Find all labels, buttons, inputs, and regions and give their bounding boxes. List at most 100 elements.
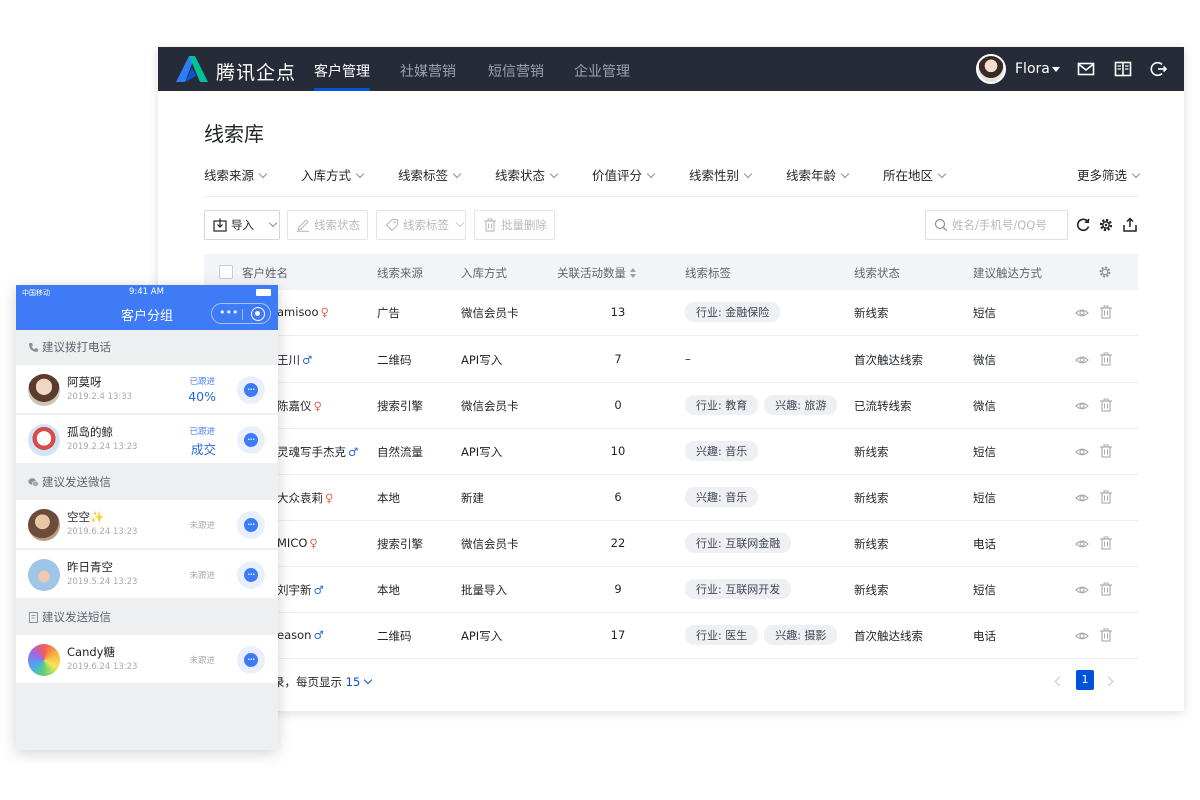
import-button[interactable]: 导入	[204, 210, 280, 240]
delete-trash-icon[interactable]	[1099, 628, 1113, 642]
customer-name-cell[interactable]: 刘宇新 ♂	[277, 582, 324, 598]
contact-list-item[interactable]: 孤岛的鲸 2019.2.24 13:23 已跟进 成交	[16, 415, 278, 464]
delete-trash-icon[interactable]	[1099, 582, 1113, 596]
entry-method-cell: 微信会员卡	[461, 306, 519, 320]
filter-lead-source[interactable]: 线索来源	[204, 165, 268, 184]
customer-name-cell[interactable]: eason ♂	[277, 628, 324, 642]
customer-name-cell[interactable]: 大众袁莉 ♀	[277, 490, 333, 506]
table-row[interactable]: 王川 ♂ 二维码 API写入 7 – 首次触达线索 微信	[204, 337, 1138, 383]
contact-list-item[interactable]: 阿莫呀 2019.2.4 13:33 已跟进 40%	[16, 365, 278, 414]
delete-trash-icon[interactable]	[1099, 305, 1113, 319]
close-target-icon[interactable]	[251, 307, 265, 321]
next-page-icon[interactable]	[1103, 676, 1114, 687]
filter-lead-age[interactable]: 线索年龄	[786, 165, 850, 184]
status-bar-carrier: 中国移动	[22, 289, 50, 297]
nav-tab-social-marketing[interactable]: 社媒营销	[400, 61, 456, 81]
customer-name-cell[interactable]: 灵魂写手杰克 ♂	[277, 444, 358, 460]
view-eye-icon[interactable]	[1075, 629, 1089, 643]
column-settings-gear-icon[interactable]	[1098, 265, 1112, 279]
chat-bubble-icon[interactable]	[237, 646, 265, 674]
table-row[interactable]: 刘宇新 ♂ 本地 批量导入 9 行业: 互联网开发 新线索 短信	[204, 567, 1138, 613]
contact-list-item[interactable]: 空空✨ 2019.6.24 13:23 未跟进	[16, 500, 278, 549]
column-header-contact[interactable]: 建议触达方式	[973, 265, 1042, 281]
chat-bubble-icon[interactable]	[237, 426, 265, 454]
filter-entry-method[interactable]: 入库方式	[301, 165, 365, 184]
refresh-icon[interactable]	[1075, 217, 1091, 233]
select-all-checkbox[interactable]	[219, 265, 233, 279]
column-header-name[interactable]: 客户姓名	[242, 265, 288, 281]
lead-tag[interactable]: 兴趣: 音乐	[685, 487, 759, 507]
user-name[interactable]: Flora	[1015, 61, 1050, 77]
view-eye-icon[interactable]	[1075, 306, 1089, 320]
contact-list-item[interactable]: 昨日青空 2019.5.24 13:23 未跟进	[16, 550, 278, 599]
view-eye-icon[interactable]	[1075, 445, 1089, 459]
lead-tag[interactable]: 兴趣: 摄影	[764, 625, 838, 645]
suggested-contact-cell: 电话	[973, 537, 996, 551]
page-size-select[interactable]: 15	[346, 675, 373, 689]
mail-icon[interactable]	[1077, 60, 1095, 78]
previous-page-icon[interactable]	[1054, 676, 1065, 687]
brand-name[interactable]: 腾讯企点	[216, 58, 296, 85]
table-row[interactable]: MICO ♀ 搜索引擎 微信会员卡 22 行业: 互联网金融 新线索 电话	[204, 521, 1138, 567]
delete-trash-icon[interactable]	[1099, 444, 1113, 458]
delete-trash-icon[interactable]	[1099, 536, 1113, 550]
customer-name-cell[interactable]: MICO ♀	[277, 536, 318, 550]
lead-tag[interactable]: 行业: 互联网金融	[685, 533, 792, 553]
lead-tag[interactable]: 兴趣: 音乐	[685, 441, 759, 461]
more-dots-icon[interactable]: •••	[219, 306, 238, 319]
user-menu-caret-icon[interactable]	[1052, 67, 1060, 72]
table-row[interactable]: 大众袁莉 ♀ 本地 新建 6 兴趣: 音乐 新线索 短信	[204, 475, 1138, 521]
column-header-method[interactable]: 入库方式	[461, 265, 507, 281]
view-eye-icon[interactable]	[1075, 399, 1089, 413]
column-header-status[interactable]: 线索状态	[854, 265, 900, 281]
settings-gear-icon[interactable]	[1098, 217, 1114, 233]
table-row[interactable]: 陈嘉仪 ♀ 搜索引擎 微信会员卡 0 行业: 教育 兴趣: 旅游 已流转线索 微信	[204, 383, 1138, 429]
view-eye-icon[interactable]	[1075, 583, 1089, 597]
lead-tag[interactable]: 行业: 教育	[685, 395, 759, 415]
customer-name-cell[interactable]: 陈嘉仪 ♀	[277, 398, 322, 414]
table-row[interactable]: amisoo ♀ 广告 微信会员卡 13 行业: 金融保险 新线索 短信	[204, 290, 1138, 336]
current-page-button[interactable]: 1	[1076, 670, 1094, 690]
filter-region[interactable]: 所在地区	[883, 165, 947, 184]
filter-lead-tags[interactable]: 线索标签	[398, 165, 462, 184]
column-header-source[interactable]: 线索来源	[377, 265, 423, 281]
logout-icon[interactable]	[1150, 60, 1168, 78]
lead-tag[interactable]: 行业: 互联网开发	[685, 579, 792, 599]
lead-tags-cell: 行业: 互联网开发	[685, 579, 797, 599]
delete-trash-icon[interactable]	[1099, 490, 1113, 504]
lead-tag[interactable]: 行业: 金融保险	[685, 302, 781, 322]
nav-tab-enterprise-management[interactable]: 企业管理	[574, 61, 630, 81]
customer-name-cell[interactable]: amisoo ♀	[277, 305, 329, 319]
column-header-activity[interactable]: 关联活动数量	[557, 265, 636, 281]
lead-tag[interactable]: 行业: 医生	[685, 625, 759, 645]
customer-name-cell[interactable]: 王川 ♂	[277, 352, 312, 368]
search-input[interactable]: 姓名/手机号/QQ号	[925, 210, 1068, 240]
filter-lead-status[interactable]: 线索状态	[495, 165, 559, 184]
filter-value-score[interactable]: 价值评分	[592, 165, 656, 184]
sort-icon[interactable]	[630, 268, 636, 278]
view-eye-icon[interactable]	[1075, 353, 1089, 367]
lead-status-button[interactable]: 线索状态	[287, 210, 368, 240]
table-row[interactable]: eason ♂ 二维码 API写入 17 行业: 医生 兴趣: 摄影 首次触达线索 电话	[204, 613, 1138, 659]
lead-tags-button[interactable]: 线索标签	[376, 210, 466, 240]
delete-trash-icon[interactable]	[1099, 398, 1113, 412]
nav-tab-sms-marketing[interactable]: 短信营销	[488, 61, 544, 81]
contact-list-item[interactable]: Candy糖 2019.6.24 13:23 未跟进	[16, 635, 278, 684]
chat-bubble-icon[interactable]	[237, 561, 265, 589]
column-header-tags[interactable]: 线索标签	[685, 265, 731, 281]
view-eye-icon[interactable]	[1075, 537, 1089, 551]
table-row[interactable]: 灵魂写手杰克 ♂ 自然流量 API写入 10 兴趣: 音乐 新线索 短信	[204, 429, 1138, 475]
book-icon[interactable]	[1114, 60, 1132, 78]
entry-method-cell: API写入	[461, 445, 503, 459]
export-icon[interactable]	[1122, 217, 1138, 233]
view-eye-icon[interactable]	[1075, 491, 1089, 505]
lead-tag[interactable]: 兴趣: 旅游	[764, 395, 838, 415]
chat-bubble-icon[interactable]	[237, 511, 265, 539]
chat-bubble-icon[interactable]	[237, 376, 265, 404]
batch-delete-button[interactable]: 批量删除	[474, 210, 555, 240]
filter-more[interactable]: 更多筛选	[1077, 165, 1141, 184]
nav-tab-customer-management[interactable]: 客户管理	[314, 61, 370, 91]
user-avatar[interactable]	[976, 54, 1006, 84]
delete-trash-icon[interactable]	[1099, 352, 1113, 366]
filter-lead-gender[interactable]: 线索性别	[689, 165, 753, 184]
